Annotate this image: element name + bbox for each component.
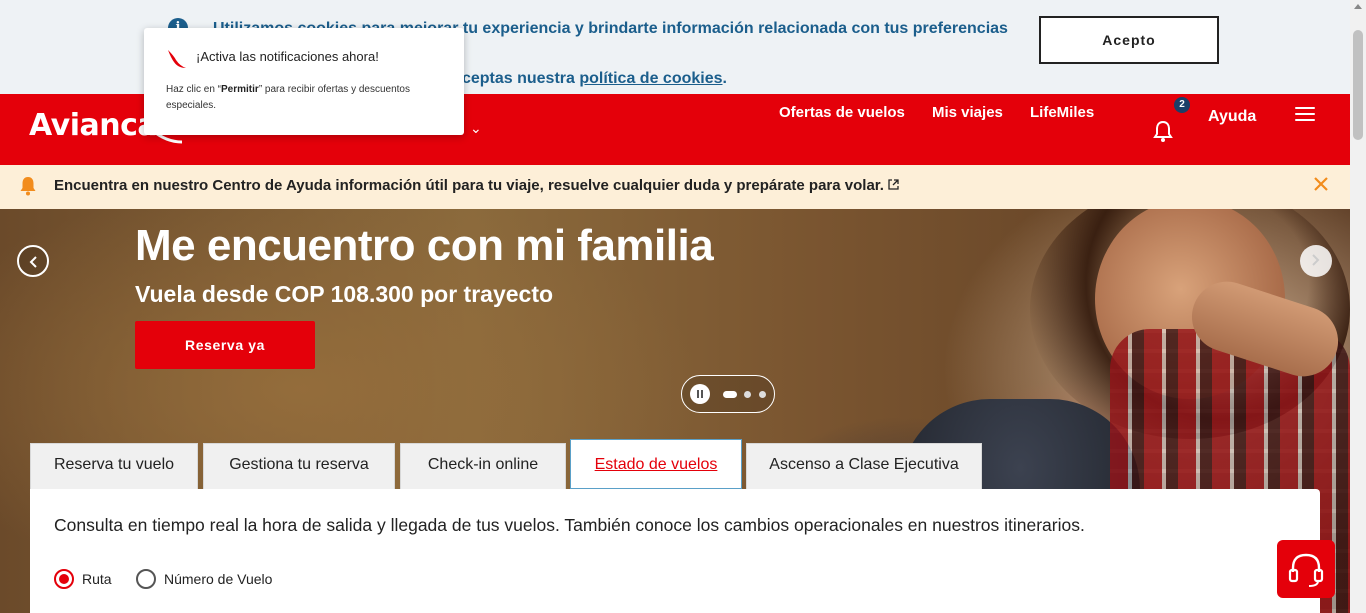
radio-route-label[interactable]: Ruta <box>82 571 112 587</box>
radio-route[interactable] <box>54 569 74 589</box>
notification-title: ¡Activa las notificaciones ahora! <box>196 49 379 64</box>
scroll-up-arrow-icon[interactable] <box>1354 4 1362 9</box>
tab-upgrade-business[interactable]: Ascenso a Clase Ejecutiva <box>746 443 982 489</box>
notification-body: Haz clic en “Permitir” para recibir ofer… <box>166 82 456 114</box>
carousel-controls <box>681 375 775 413</box>
push-notification-prompt: ¡Activa las notificaciones ahora! Haz cl… <box>144 28 464 135</box>
flight-status-panel: Consulta en tiempo real la hora de salid… <box>30 489 1320 613</box>
accept-cookies-button[interactable]: Acepto <box>1039 16 1219 64</box>
carousel-dot-2[interactable] <box>744 391 751 398</box>
nav-help[interactable]: Ayuda <box>1208 108 1256 126</box>
chevron-left-icon <box>29 256 37 268</box>
carousel-next-button[interactable] <box>1300 245 1332 277</box>
hero-subtitle: Vuela desde COP 108.300 por trayecto <box>135 281 554 307</box>
notification-body-pre: Haz clic en “ <box>166 84 222 95</box>
hamburger-menu-icon[interactable] <box>1295 107 1315 123</box>
carousel-dot-3[interactable] <box>759 391 766 398</box>
page-scrollbar[interactable] <box>1350 0 1366 613</box>
chevron-right-icon <box>1312 254 1320 266</box>
headset-icon <box>1288 553 1324 587</box>
bell-icon <box>20 177 36 196</box>
close-icon[interactable] <box>1312 175 1330 193</box>
avianca-bird-icon <box>168 50 186 68</box>
tab-manage-booking[interactable]: Gestiona tu reserva <box>203 443 395 489</box>
help-center-banner: Encuentra en nuestro Centro de Ayuda inf… <box>0 165 1350 209</box>
help-center-link[interactable]: Encuentra en nuestro Centro de Ayuda inf… <box>54 177 899 194</box>
nav-my-trips[interactable]: Mis viajes <box>932 104 1003 121</box>
nav-lifemiles[interactable]: LifeMiles <box>1030 104 1094 121</box>
bell-icon[interactable] <box>1152 119 1174 143</box>
cookie-text-end: . <box>722 70 727 87</box>
book-now-button[interactable]: Reserva ya <box>135 321 315 369</box>
notification-count-badge: 2 <box>1174 97 1190 113</box>
hero-title: Me encuentro con mi familia <box>135 221 714 270</box>
carousel-prev-button[interactable] <box>17 245 49 277</box>
notification-body-bold: Permitir <box>221 84 259 95</box>
tab-book-flight[interactable]: Reserva tu vuelo <box>30 443 198 489</box>
radio-flight-number[interactable] <box>136 569 156 589</box>
help-center-text: Encuentra en nuestro Centro de Ayuda inf… <box>54 177 884 194</box>
nav-flight-offers[interactable]: Ofertas de vuelos <box>779 104 905 121</box>
cookie-policy-link[interactable]: política de cookies <box>579 70 722 87</box>
support-chat-button[interactable] <box>1277 540 1335 598</box>
tab-check-in[interactable]: Check-in online <box>400 443 566 489</box>
chevron-down-icon[interactable]: ⌄ <box>470 120 482 137</box>
external-link-icon <box>888 179 899 190</box>
scroll-thumb[interactable] <box>1353 30 1363 140</box>
tab-flight-status[interactable]: Estado de vuelos <box>570 439 742 489</box>
carousel-dot-1[interactable] <box>723 391 737 398</box>
pause-icon[interactable] <box>690 384 710 404</box>
avianca-logo[interactable]: Avianca <box>29 108 158 143</box>
radio-flight-number-label[interactable]: Número de Vuelo <box>164 571 272 587</box>
flight-status-description: Consulta en tiempo real la hora de salid… <box>54 515 1085 535</box>
